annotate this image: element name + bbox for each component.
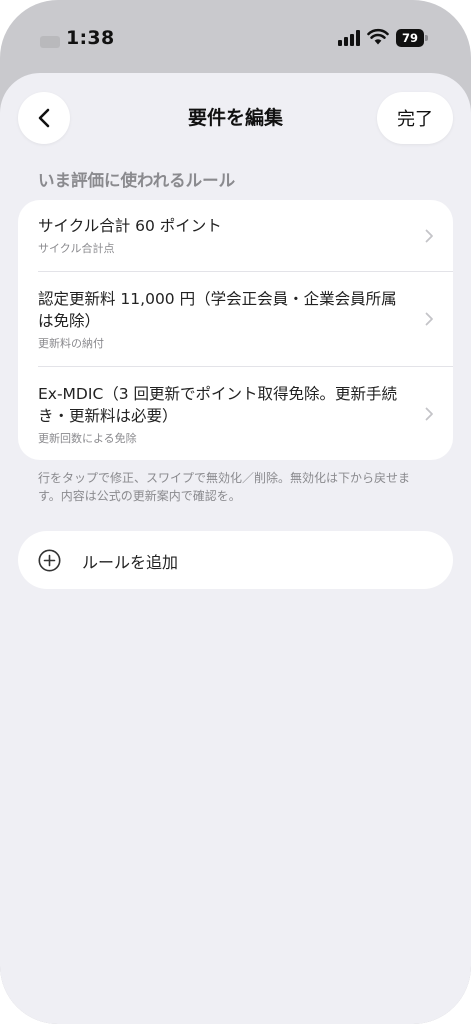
rule-row-ex-mdic[interactable]: Ex-MDIC（3 回更新でポイント取得免除。更新手続き・更新料は必要） 更新回… <box>18 367 453 460</box>
signal-icon <box>338 30 360 46</box>
plus-circle-icon <box>38 549 61 572</box>
rule-subtitle: サイクル合計点 <box>38 242 115 255</box>
status-bar: 1:38 79 <box>0 0 471 72</box>
wifi-icon <box>367 28 389 45</box>
add-rule-button[interactable]: ルールを追加 <box>18 531 453 589</box>
add-rule-label: ルールを追加 <box>82 553 179 572</box>
instructions-footnote: 行をタップで修正、スワイプで無効化／削除。無効化は下から戻せます。内容は公式の更… <box>38 471 411 503</box>
section-header: いま評価に使われるルール <box>38 171 236 190</box>
rule-row-cycle-points[interactable]: サイクル合計 60 ポイント サイクル合計点 <box>18 200 453 271</box>
battery-icon: 79 <box>396 29 430 47</box>
rule-row-renewal-fee[interactable]: 認定更新料 11,000 円（学会正会員・企業会員所属は免除） 更新料の納付 <box>18 272 453 366</box>
rule-title: Ex-MDIC（3 回更新でポイント取得免除。更新手続き・更新料は必要） <box>38 385 398 425</box>
edit-requirements-sheet: 要件を編集 完了 いま評価に使われるルール サイクル合計 60 ポイント サイク… <box>0 73 471 1024</box>
rule-title: 認定更新料 11,000 円（学会正会員・企業会員所属は免除） <box>38 290 397 330</box>
status-time: 1:38 <box>66 27 115 49</box>
device-frame: 1:38 79 要件を編集 完了 いま評価に使われるルール サイクル合計 60 … <box>0 0 471 1024</box>
chevron-right-icon <box>425 312 433 326</box>
rules-list: サイクル合計 60 ポイント サイクル合計点 認定更新料 11,000 円（学会… <box>18 200 453 460</box>
rule-title: サイクル合計 60 ポイント <box>38 217 222 235</box>
rule-subtitle: 更新回数による免除 <box>38 432 137 445</box>
battery-level: 79 <box>396 29 424 47</box>
status-placeholder <box>40 36 60 48</box>
chevron-right-icon <box>425 229 433 243</box>
rule-subtitle: 更新料の納付 <box>38 337 104 350</box>
chevron-right-icon <box>425 407 433 421</box>
done-button[interactable]: 完了 <box>377 92 453 144</box>
battery-cap <box>425 35 428 41</box>
